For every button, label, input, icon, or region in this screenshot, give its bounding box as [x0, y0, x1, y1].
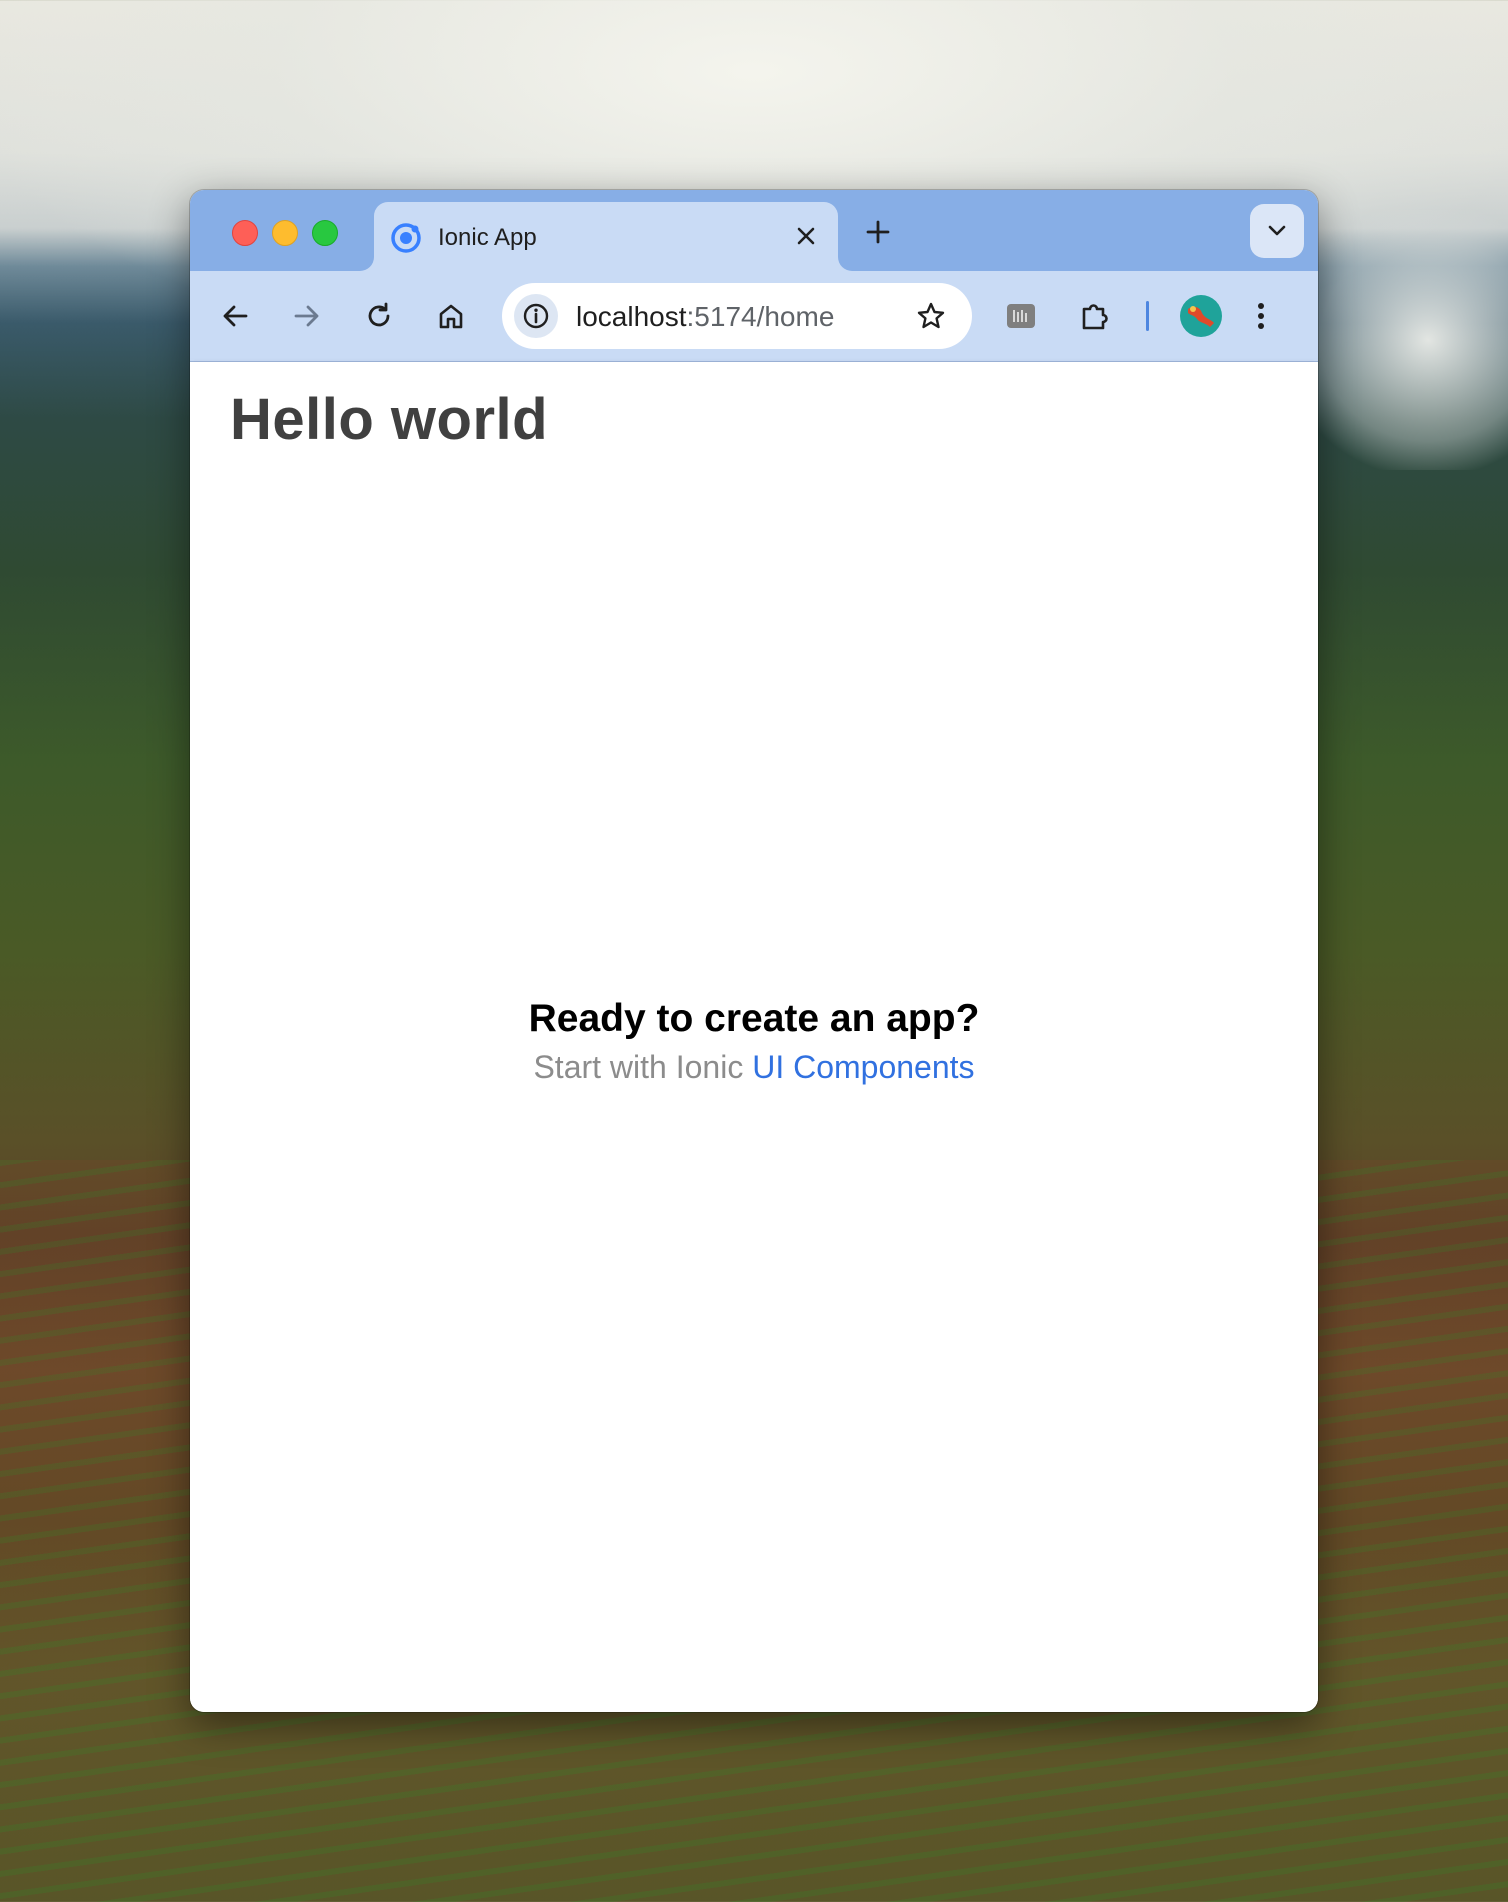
site-info-icon[interactable] — [514, 294, 558, 338]
url-path: :5174/home — [686, 301, 835, 332]
chevron-down-icon — [1268, 225, 1286, 236]
minimize-window-button[interactable] — [272, 220, 298, 246]
reload-icon — [368, 302, 390, 327]
new-tab-button[interactable] — [858, 212, 898, 252]
subline-text: Start with Ionic — [533, 1049, 744, 1085]
profile-avatar[interactable] — [1180, 295, 1222, 337]
url-host: localhost — [576, 301, 687, 332]
ionic-logo-icon — [391, 223, 421, 253]
address-bar[interactable]: localhost:5174/home — [502, 283, 972, 349]
home-button[interactable] — [428, 293, 474, 339]
puzzle-icon — [1082, 304, 1108, 330]
bookmark-star-icon[interactable] — [914, 299, 948, 333]
extension-grid-icon — [1007, 304, 1035, 328]
tab-search-button[interactable] — [1250, 204, 1304, 258]
app-header: Hello world — [190, 362, 1318, 472]
forward-button[interactable] — [284, 293, 330, 339]
browser-menu-button[interactable] — [1238, 293, 1284, 339]
empty-state: Ready to create an app? Start with Ionic… — [190, 997, 1318, 1086]
desktop-cloud — [1290, 210, 1508, 470]
arrow-right-icon — [294, 305, 319, 327]
page-title: Hello world — [230, 387, 549, 452]
reload-button[interactable] — [356, 293, 402, 339]
url-text: localhost:5174/home — [576, 301, 834, 333]
app-content: Ready to create an app? Start with Ionic… — [190, 472, 1318, 1712]
home-icon — [439, 304, 463, 329]
extension-button[interactable] — [998, 293, 1044, 339]
maximize-window-button[interactable] — [312, 220, 338, 246]
more-vertical-icon — [1258, 303, 1264, 329]
extensions-menu-button[interactable] — [1072, 293, 1118, 339]
browser-window: Ionic App localhost:5174/home Hello worl… — [190, 190, 1318, 1712]
arrow-left-icon — [223, 305, 248, 327]
toolbar-divider — [1146, 301, 1149, 331]
tab-close-icon[interactable] — [788, 218, 824, 254]
tab-title: Ionic App — [438, 224, 537, 251]
tab-ionic-app[interactable]: Ionic App — [374, 202, 838, 271]
browser-toolbar: localhost:5174/home — [190, 271, 1318, 362]
headline: Ready to create an app? — [528, 997, 980, 1040]
back-button[interactable] — [212, 293, 258, 339]
title-bar: Ionic App — [190, 190, 1318, 271]
close-window-button[interactable] — [232, 220, 258, 246]
subline: Start with Ionic UI Components — [190, 1049, 1318, 1086]
ui-components-link[interactable]: UI Components — [752, 1049, 974, 1085]
profile-image-icon — [1188, 306, 1214, 327]
